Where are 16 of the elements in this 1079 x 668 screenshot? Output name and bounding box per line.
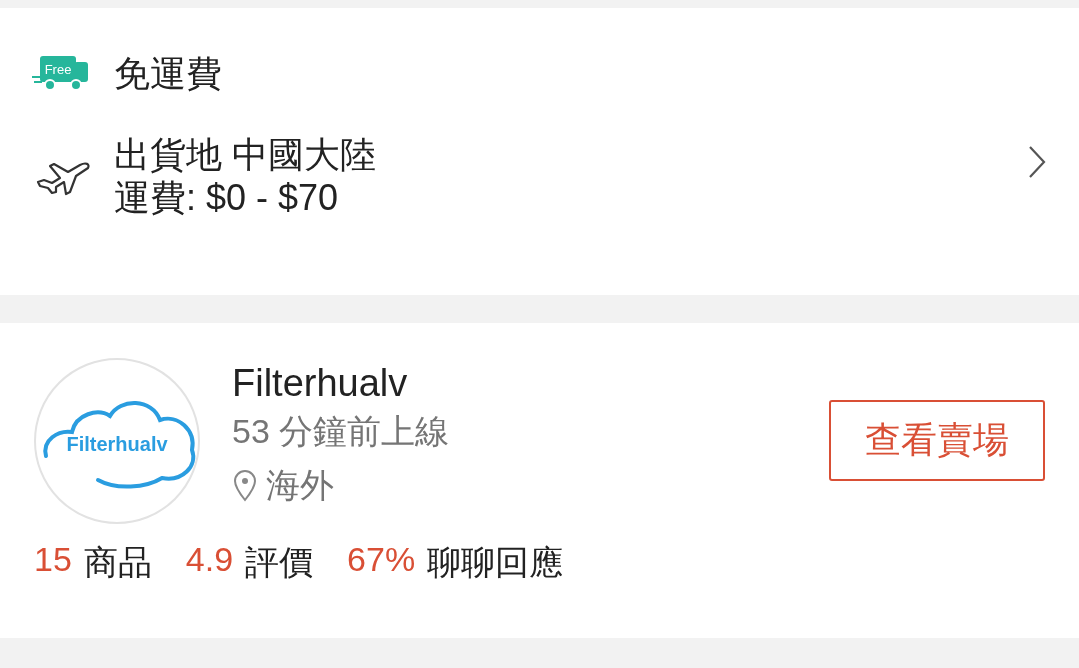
free-badge-text: Free bbox=[44, 61, 72, 77]
shop-stat: 15 商品 bbox=[34, 540, 152, 583]
shipping-card[interactable]: Free 免運費 出貨地 中國大陸 運費: $0 - $70 bbox=[0, 8, 1079, 295]
view-shop-button[interactable]: 查看賣場 bbox=[829, 400, 1045, 481]
location-pin-icon bbox=[232, 470, 258, 502]
location-text: 海外 bbox=[266, 465, 334, 506]
origin-text: 出貨地 中國大陸 bbox=[114, 133, 376, 177]
free-shipping-label: 免運費 bbox=[114, 52, 222, 96]
chevron-right-icon bbox=[1027, 144, 1047, 180]
shop-stat: 4.9 評價 bbox=[185, 540, 314, 583]
shop-stat: 67% 聊聊回應 bbox=[347, 540, 564, 583]
truck-icon bbox=[32, 55, 88, 91]
shop-name: Filterhualv bbox=[232, 362, 409, 405]
logo-text: Filterhualv bbox=[66, 432, 168, 456]
last-online-text: 53 分鐘前上線 bbox=[232, 411, 450, 452]
shipping-fee-text: 運費: $0 - $70 bbox=[114, 176, 340, 220]
